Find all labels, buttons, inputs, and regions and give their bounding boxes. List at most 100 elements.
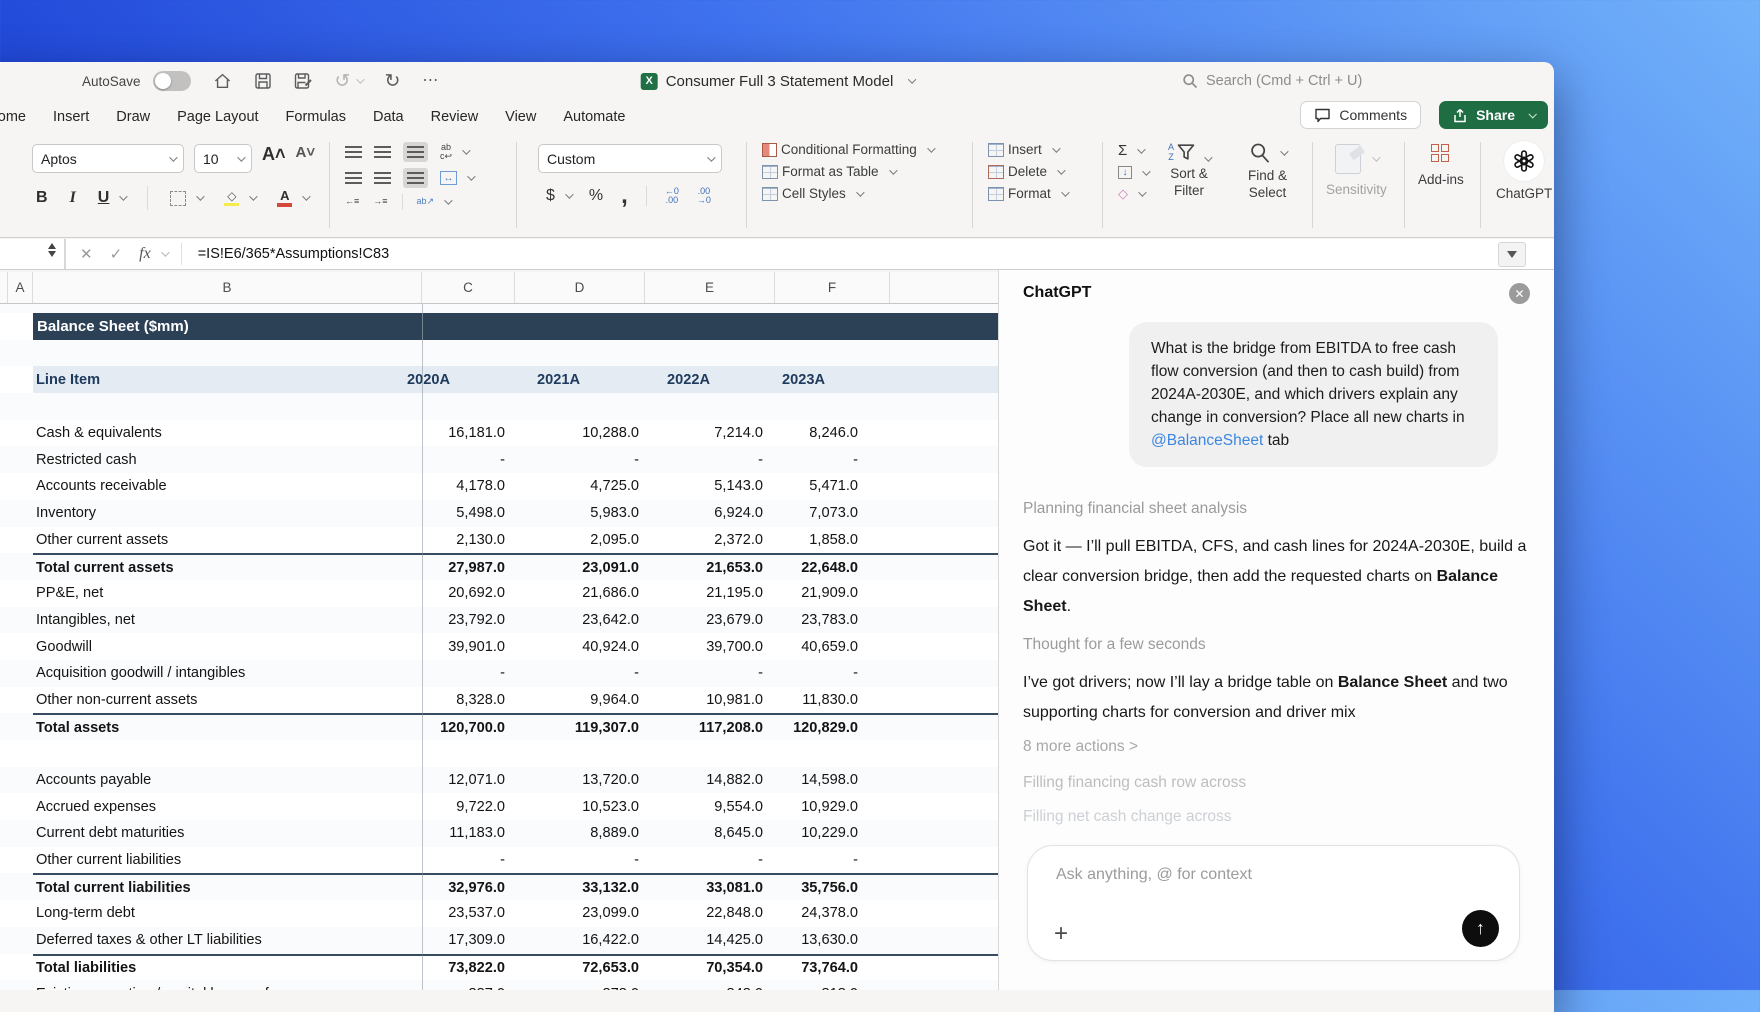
column-header-a[interactable]: A <box>8 272 33 303</box>
name-box-spinner[interactable] <box>48 243 56 257</box>
sheet-row[interactable] <box>0 393 998 420</box>
sheet-row[interactable]: Inventory 5,498.0 5,983.0 6,924.0 7,073.0 <box>0 499 998 527</box>
confirm-formula-icon[interactable]: ✓ <box>110 245 123 263</box>
format-as-table-button[interactable]: Format as Table <box>762 164 933 179</box>
wrap-text-icon[interactable]: ab c↩ <box>440 142 471 162</box>
save-as-icon[interactable] <box>294 72 313 90</box>
column-header-g[interactable] <box>890 272 998 303</box>
conditional-formatting-button[interactable]: Conditional Formatting <box>762 142 936 157</box>
delete-cells-button[interactable]: Delete <box>988 164 1067 179</box>
increase-indent-icon[interactable]: →≡ <box>373 196 387 206</box>
formula-text[interactable]: =IS!E6/365*Assumptions!C83 <box>198 246 389 262</box>
comma-format-icon[interactable]: , <box>621 184 628 208</box>
fill-down-button[interactable]: ↓ <box>1118 166 1151 179</box>
document-title[interactable]: X Consumer Full 3 Statement Model <box>640 72 916 90</box>
autosave-toggle[interactable] <box>152 71 191 91</box>
cell-styles-button[interactable]: Cell Styles <box>762 186 933 201</box>
chat-input[interactable]: Ask anything, @ for context + ↑ <box>1027 845 1520 961</box>
sheet-row[interactable]: Deferred taxes & other LT liabilities 17,… <box>0 926 998 954</box>
sheet-row[interactable]: Accounts payable 12,071.0 13,720.0 14,882.0… <box>0 766 998 794</box>
align-center-icon[interactable] <box>374 172 391 184</box>
font-name-select[interactable]: Aptos <box>32 144 184 173</box>
sheet-row[interactable]: PP&E, net 20,692.0 21,686.0 21,195.0 21,909.… <box>0 580 998 607</box>
chatgpt-ribbon-button[interactable]: ChatGPT <box>1496 141 1552 201</box>
orientation-icon[interactable]: ab↗ <box>417 196 453 206</box>
title-chevron-down-icon[interactable] <box>907 75 916 84</box>
sheet-row[interactable]: Other current liabilities - - - - <box>0 847 998 874</box>
sheet-row[interactable]: Balance Sheet ($mm) <box>0 313 998 340</box>
insert-cells-button[interactable]: Insert <box>988 142 1067 157</box>
sheet-row[interactable]: Other current assets 2,130.0 2,095.0 2,372.… <box>0 527 998 554</box>
ribbon-tab-home[interactable]: Home <box>0 109 26 125</box>
align-bottom-icon[interactable] <box>403 142 428 162</box>
search-field[interactable]: Search (Cmd + Ctrl + U) <box>1182 73 1362 89</box>
currency-format-icon[interactable]: $ <box>546 187 574 205</box>
attach-plus-icon[interactable]: + <box>1054 922 1068 946</box>
sheet-row[interactable]: Acquisition goodwill / intangibles - - - - <box>0 659 998 687</box>
send-button[interactable]: ↑ <box>1462 910 1499 947</box>
undo-caret-icon[interactable] <box>356 75 366 84</box>
share-button[interactable]: Share <box>1439 101 1548 129</box>
sheet-row[interactable]: Current debt maturities 11,183.0 8,889.0 8,… <box>0 820 998 847</box>
ribbon-tab-draw[interactable]: Draw <box>116 109 150 125</box>
format-cells-button[interactable]: Format <box>988 186 1070 201</box>
number-format-select[interactable]: Custom <box>538 144 722 173</box>
sheet-row[interactable]: Total assets 120,700.0 119,307.0 117,208.0 1… <box>0 713 998 740</box>
more-commands-icon[interactable]: ⋯ <box>422 73 438 89</box>
find-select-button[interactable]: Find & Select <box>1248 142 1289 202</box>
sheet-row[interactable]: Restricted cash - - - - <box>0 446 998 474</box>
sheet-row[interactable]: Other non-current assets 8,328.0 9,964.0 10… <box>0 687 998 714</box>
sheet-row[interactable]: Line Item 2020A 2021A 2022A 2023A <box>0 366 998 394</box>
font-size-select[interactable]: 10 <box>194 144 252 173</box>
comments-button[interactable]: Comments <box>1300 101 1422 129</box>
undo-icon[interactable]: ↺ <box>335 72 366 91</box>
align-left-icon[interactable] <box>345 172 362 184</box>
assistant-status-thought[interactable]: Thought for a few seconds <box>1023 636 1530 654</box>
sheet-row[interactable] <box>0 304 998 313</box>
underline-button[interactable]: U <box>98 189 129 207</box>
sheet-row[interactable]: Long-term debt 23,537.0 23,099.0 22,848.0 24… <box>0 900 998 927</box>
sheet-row[interactable]: Total liabilities 73,822.0 72,653.0 70,354.… <box>0 953 998 981</box>
column-header-e[interactable]: E <box>645 272 775 303</box>
sheet-row[interactable]: Existing operating / capital leases of88… <box>0 980 998 990</box>
home-icon[interactable] <box>213 72 232 90</box>
sheet-row[interactable] <box>0 339 998 367</box>
column-header-d[interactable]: D <box>515 272 645 303</box>
redo-icon[interactable]: ↻ <box>384 72 400 91</box>
save-icon[interactable] <box>254 72 272 90</box>
italic-button[interactable]: I <box>70 189 76 207</box>
ribbon-tab-formulas[interactable]: Formulas <box>286 109 346 125</box>
align-right-icon[interactable] <box>403 168 428 188</box>
balance-sheet-mention-link[interactable]: @BalanceSheet <box>1151 432 1263 449</box>
align-top-icon[interactable] <box>345 146 362 158</box>
align-middle-icon[interactable] <box>374 146 391 158</box>
sheet-row[interactable]: Accounts receivable 4,178.0 4,725.0 5,143.0… <box>0 473 998 500</box>
insert-function-icon[interactable]: fx <box>139 245 170 263</box>
ribbon-tab-insert[interactable]: Insert <box>53 109 89 125</box>
sheet-row[interactable]: Cash & equivalents 16,181.0 10,288.0 7,214.… <box>0 420 998 447</box>
name-box[interactable] <box>0 239 66 269</box>
ribbon-tab-review[interactable]: Review <box>431 109 479 125</box>
sheet-row[interactable]: Total current liabilities 32,976.0 33,132.… <box>0 873 998 901</box>
merge-center-icon[interactable]: ↔ <box>440 171 476 185</box>
sheet-row[interactable] <box>0 740 998 767</box>
column-header-b[interactable]: B <box>33 272 422 303</box>
sort-filter-button[interactable]: AZ Sort & Filter <box>1168 142 1213 200</box>
ribbon-tab-view[interactable]: View <box>505 109 536 125</box>
sheet-row[interactable]: Goodwill 39,901.0 40,924.0 39,700.0 40,659.0 <box>0 633 998 660</box>
bold-button[interactable]: B <box>36 189 48 207</box>
decrease-decimal-icon[interactable]: .00 →0 <box>697 186 711 206</box>
borders-button[interactable] <box>170 190 206 206</box>
increase-font-icon[interactable]: A˄ <box>262 144 286 173</box>
sheet-row[interactable]: Total current assets 27,987.0 23,091.0 21,6… <box>0 553 998 580</box>
addins-button[interactable]: Add-ins <box>1418 144 1464 187</box>
ribbon-tab-automate[interactable]: Automate <box>563 109 625 125</box>
column-header-f[interactable]: F <box>775 272 890 303</box>
panel-close-icon[interactable]: ✕ <box>1509 283 1530 304</box>
more-actions-link[interactable]: 8 more actions > <box>1023 738 1138 756</box>
decrease-indent-icon[interactable]: ←≡ <box>345 196 359 206</box>
increase-decimal-icon[interactable]: ←0 .00 <box>665 186 679 206</box>
percent-format-icon[interactable]: % <box>589 187 603 205</box>
font-color-button[interactable]: A <box>277 189 312 207</box>
clear-button[interactable]: ◇ <box>1118 186 1148 202</box>
